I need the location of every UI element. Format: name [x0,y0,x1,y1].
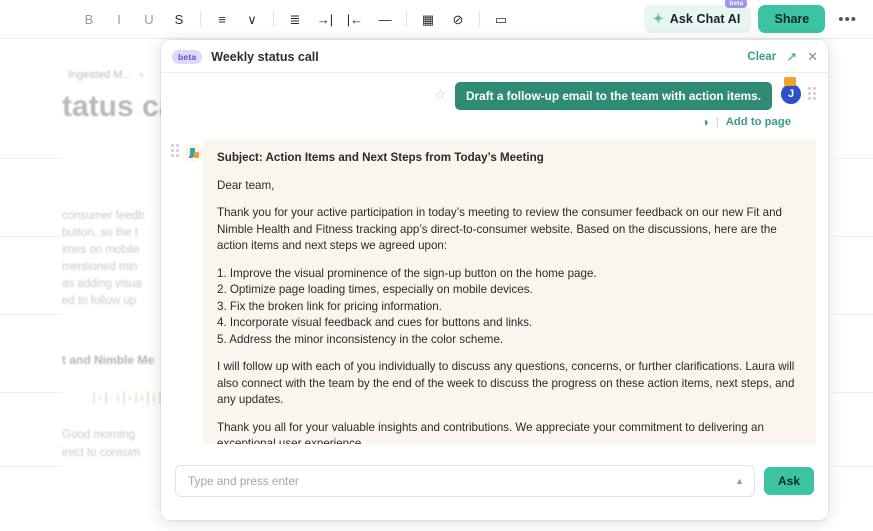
action-item: 5. Address the minor inconsistency in th… [217,332,504,346]
divider [0,466,62,467]
divider [833,466,873,467]
editor-toolbar-actions: ✦ Ask Chat AI beta Share ••• [643,0,863,33]
toolbar-divider [479,11,480,27]
beta-badge: beta [725,0,748,8]
indent-icon[interactable]: →| [310,6,340,32]
app-root: B I U S ≡ ∨ ≣ →| |← — ▦ ⊘ ▭ ✦ Ask Chat A… [0,0,873,531]
ask-chat-ai-label: Ask Chat AI [669,12,741,26]
ask-chat-ai-button[interactable]: ✦ Ask Chat AI beta [643,0,752,33]
divider [0,392,62,393]
chat-input-wrap[interactable]: ▲ [175,465,755,497]
italic-icon[interactable]: I [104,6,134,32]
action-item: 1. Improve the visual prominence of the … [217,266,597,280]
action-item: 2. Optimize page loading times, especial… [217,283,533,296]
chat-ai-panel: beta Weekly status call Clear ↗ ✕ ☆ Draf… [161,40,828,520]
share-button[interactable]: Share [758,5,826,33]
close-icon[interactable]: ✕ [807,49,818,65]
chat-input[interactable] [186,473,736,489]
avatar-badge-icon [784,77,796,86]
toolbar-divider [200,11,201,27]
ordered-list-icon[interactable]: ≣ [280,6,310,32]
email-intro: Thank you for your active participation … [217,206,782,252]
beta-badge: beta [172,50,203,64]
prompt-add-to-page-row: ◑ | Add to page [161,110,828,129]
email-thanks: Thank you all for your valuable insights… [217,420,764,445]
email-action-items: 1. Improve the visual prominence of the … [217,266,802,349]
table-icon[interactable]: ▦ [413,6,443,32]
link-icon[interactable]: ⊘ [443,6,473,32]
toolbar-divider [273,11,274,27]
star-icon[interactable]: ☆ [434,87,446,103]
divider [833,158,873,159]
strikethrough-icon[interactable]: S [164,6,194,32]
action-item: 3. Fix the broken link for pricing infor… [217,299,442,313]
separator: | [715,116,719,128]
email-subject: Subject: Action Items and Next Steps fro… [217,151,544,164]
drag-handle-icon[interactable] [171,144,179,157]
align-icon[interactable]: ≡ [207,6,237,32]
breadcrumb[interactable]: Ingested M... › [68,69,143,81]
bold-icon[interactable]: B [74,6,104,32]
chat-panel-header: beta Weekly status call Clear ↗ ✕ [161,40,828,73]
divider [833,236,873,237]
assistant-response-row: Subject: Action Items and Next Steps fro… [161,129,828,444]
chat-input-bar: ▲ Ask [161,444,828,520]
drag-handle-icon[interactable] [808,87,816,100]
chevron-down-icon[interactable]: ∨ [237,6,267,32]
chat-panel-header-actions: Clear ↗ ✕ [747,49,818,65]
page-title: tatus ca [62,90,176,123]
assistant-response-card: Subject: Action Items and Next Steps fro… [203,139,816,444]
chat-panel-body: ☆ Draft a follow-up email to the team wi… [161,73,828,444]
chat-panel-title: Weekly status call [211,50,319,64]
more-options-button[interactable]: ••• [832,11,863,28]
add-to-page-button[interactable]: ◑ | Add to page [702,115,791,129]
assistant-avatar-icon [185,144,203,162]
action-item: 4. Incorporate visual feedback and cues … [217,316,533,329]
clear-button[interactable]: Clear [747,51,776,63]
assistant-response-left [171,139,203,162]
divider [833,392,873,393]
expand-icon[interactable]: ↗ [786,49,797,65]
underline-icon[interactable]: U [134,6,164,32]
comment-icon[interactable]: ▭ [486,6,516,32]
horizontal-rule-icon[interactable]: — [370,6,400,32]
avatar[interactable]: J [780,83,802,105]
chevron-right-icon: › [139,69,144,81]
add-to-page-icon: ◑ [701,115,709,129]
user-avatar-wrap: J [780,77,802,105]
user-prompt-bubble: Draft a follow-up email to the team with… [455,82,772,110]
divider [0,314,62,315]
outdent-icon[interactable]: |← [340,6,370,32]
add-to-page-label: Add to page [725,116,791,128]
toolbar-divider [406,11,407,27]
editor-toolbar-tools: B I U S ≡ ∨ ≣ →| |← — ▦ ⊘ ▭ [74,6,516,32]
breadcrumb-label: Ingested M... [68,69,132,81]
sparkle-icon: ✦ [652,11,664,26]
divider [833,314,873,315]
ask-button[interactable]: Ask [763,467,814,495]
divider [0,236,62,237]
email-followup: I will follow up with each of you indivi… [217,360,795,406]
email-greeting: Dear team, [217,178,275,192]
user-prompt-row: ☆ Draft a follow-up email to the team wi… [161,73,828,110]
divider [0,158,62,159]
chevron-up-icon[interactable]: ▲ [735,476,744,486]
editor-toolbar: B I U S ≡ ∨ ≣ →| |← — ▦ ⊘ ▭ ✦ Ask Chat A… [0,0,873,39]
